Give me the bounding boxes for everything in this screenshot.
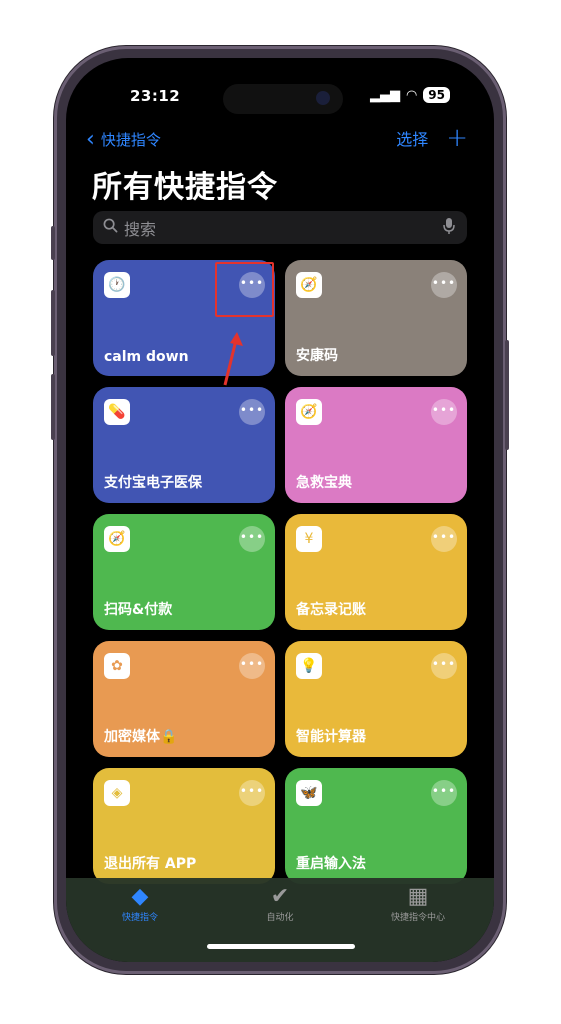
back-button[interactable]: ‹ 快捷指令: [86, 126, 161, 152]
shortcut-tile[interactable]: 💊 ••• 支付宝电子医保: [93, 387, 275, 503]
wifi-icon: ◠: [405, 87, 418, 103]
home-indicator: [207, 944, 355, 949]
layers-icon: ◈: [104, 780, 130, 806]
back-label: 快捷指令: [100, 131, 161, 149]
yen-icon: ¥: [296, 526, 322, 552]
safari-icon: 🧭: [296, 272, 322, 298]
tab-gallery[interactable]: ▦ 快捷指令中心: [378, 884, 458, 923]
page-title: 所有快捷指令: [92, 170, 278, 205]
shortcut-tile[interactable]: 🧭 ••• 安康码: [285, 260, 467, 376]
microphone-icon[interactable]: [443, 217, 455, 239]
more-options-button[interactable]: •••: [239, 780, 265, 806]
shortcuts-stack-icon: ◆: [131, 884, 149, 909]
more-options-button[interactable]: •••: [239, 653, 265, 679]
status-icons: ▂▄▆ ◠ 95: [370, 87, 450, 103]
shortcut-label: 安康码: [296, 348, 338, 364]
more-options-button[interactable]: •••: [431, 780, 457, 806]
more-options-button[interactable]: •••: [431, 399, 457, 425]
shortcut-tile[interactable]: 💡 ••• 智能计算器: [285, 641, 467, 757]
action-button: [51, 226, 55, 260]
shortcut-label: calm down: [104, 349, 189, 365]
tab-shortcuts[interactable]: ◆ 快捷指令: [100, 884, 180, 923]
search-bar[interactable]: 搜索: [93, 211, 467, 244]
add-shortcut-button[interactable]: +: [446, 125, 468, 151]
shortcut-label: 扫码&付款: [104, 602, 173, 618]
gallery-icon: ▦: [407, 884, 429, 909]
volume-down-button: [51, 374, 55, 440]
safari-icon: 🧭: [296, 399, 322, 425]
shortcut-label: 退出所有 APP: [104, 856, 197, 872]
shortcut-tile[interactable]: 🧭 ••• 扫码&付款: [93, 514, 275, 630]
clock-icon: 🕐: [104, 272, 130, 298]
shortcut-label: 重启输入法: [296, 856, 366, 872]
photos-icon: ✿: [104, 653, 130, 679]
more-options-button[interactable]: •••: [431, 653, 457, 679]
lightbulb-icon: 💡: [296, 653, 322, 679]
shortcut-tile[interactable]: ✿ ••• 加密媒体🔒: [93, 641, 275, 757]
shortcut-label: 支付宝电子医保: [104, 475, 202, 491]
automation-check-icon: ✔: [270, 884, 290, 909]
shortcut-tile[interactable]: 🦋 ••• 重启输入法: [285, 768, 467, 884]
annotation-arrow-icon: [223, 332, 243, 386]
nav-actions: 选择 +: [396, 125, 468, 151]
shortcut-label: 急救宝典: [296, 475, 352, 491]
cellular-signal-icon: ▂▄▆: [369, 87, 400, 103]
tab-label: 自动化: [266, 913, 294, 923]
search-icon: [103, 218, 118, 237]
volume-up-button: [51, 290, 55, 356]
more-options-button[interactable]: •••: [239, 526, 265, 552]
battery-indicator: 95: [423, 87, 450, 103]
tab-automation[interactable]: ✔ 自动化: [240, 884, 320, 923]
annotation-highlight-box: [215, 262, 274, 317]
shortcut-tile[interactable]: ¥ ••• 备忘录记账: [285, 514, 467, 630]
medicine-bottle-icon: 💊: [104, 399, 130, 425]
chevron-left-icon: ‹: [86, 126, 95, 152]
tab-label: 快捷指令: [121, 913, 158, 923]
more-options-button[interactable]: •••: [431, 272, 457, 298]
tab-label: 快捷指令中心: [390, 913, 445, 923]
butterfly-app-icon: 🦋: [296, 780, 322, 806]
shortcut-label: 备忘录记账: [296, 602, 366, 618]
front-camera: [316, 91, 330, 105]
safari-icon: 🧭: [104, 526, 130, 552]
shortcut-tile[interactable]: 🧭 ••• 急救宝典: [285, 387, 467, 503]
power-button: [505, 340, 509, 450]
screen: 23:12 ▂▄▆ ◠ 95 ‹ 快捷指令 选择 + 所有快捷指令 搜索 🕐 •…: [66, 58, 494, 962]
more-options-button[interactable]: •••: [239, 399, 265, 425]
shortcut-label: 加密媒体🔒: [104, 729, 178, 745]
select-button[interactable]: 选择: [396, 126, 428, 150]
shortcut-tile[interactable]: ◈ ••• 退出所有 APP: [93, 768, 275, 884]
search-placeholder: 搜索: [124, 219, 157, 239]
tab-bar: ◆ 快捷指令 ✔ 自动化 ▦ 快捷指令中心: [66, 878, 494, 962]
status-time: 23:12: [130, 87, 181, 105]
more-options-button[interactable]: •••: [431, 526, 457, 552]
shortcut-label: 智能计算器: [296, 729, 366, 745]
